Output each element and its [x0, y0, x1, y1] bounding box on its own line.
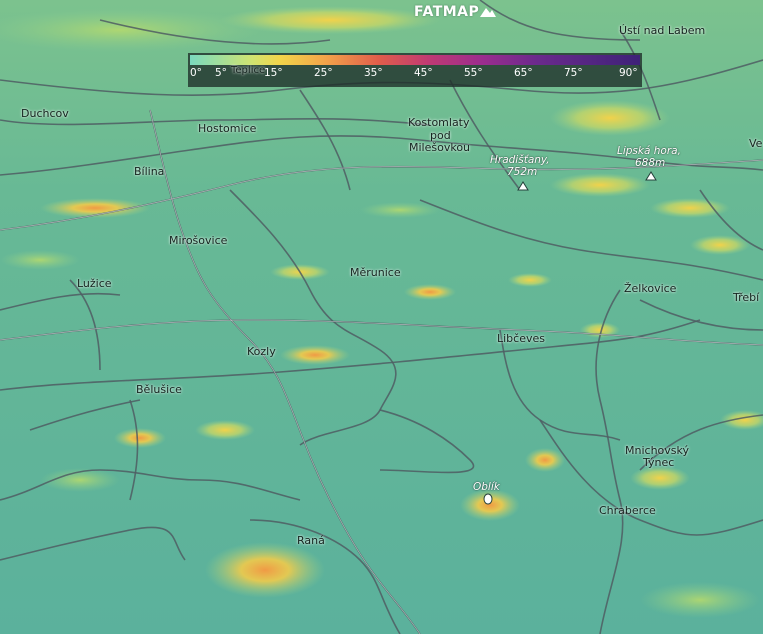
place-label[interactable]: Lužice [77, 277, 112, 290]
terrain-background [0, 0, 763, 634]
place-label[interactable]: Kostomlaty [408, 116, 470, 129]
overlay-place-label: Teplice [231, 65, 266, 76]
peak-label[interactable]: Oblík [473, 481, 500, 493]
place-label[interactable]: Milešovkou [409, 141, 470, 154]
place-label[interactable]: Hostomice [198, 122, 256, 135]
peak-marker-icon[interactable] [483, 493, 493, 505]
fatmap-logo: FATMAP [414, 4, 497, 20]
place-label[interactable]: Třebí [733, 291, 759, 304]
legend-tick: 0° [190, 67, 202, 79]
place-label[interactable]: Duchcov [21, 107, 69, 120]
peak-label[interactable]: Lipská hora, [617, 145, 681, 157]
place-label[interactable]: Želkovice [624, 282, 676, 295]
place-label[interactable]: Ve [749, 137, 762, 150]
place-label[interactable]: Týnec [643, 456, 674, 469]
terrain-canvas[interactable] [0, 0, 763, 634]
legend-tick: 75° [564, 67, 583, 79]
legend-tick: 35° [364, 67, 383, 79]
place-label[interactable]: Mirošovice [169, 234, 227, 247]
peak-label[interactable]: Hradišťany, [490, 154, 550, 166]
legend-tick: 45° [414, 67, 433, 79]
logo-text: FATMAP [414, 4, 480, 20]
mountain-logo-icon [480, 8, 497, 17]
legend-tick: 55° [464, 67, 483, 79]
place-label[interactable]: Měrunice [350, 266, 401, 279]
legend-tick: 65° [514, 67, 533, 79]
peak-elevation: 752m [507, 166, 538, 178]
place-label[interactable]: Bělušice [136, 383, 182, 396]
place-label[interactable]: Chraberce [599, 504, 656, 517]
place-label[interactable]: Kozly [247, 345, 276, 358]
place-label[interactable]: Bílina [134, 165, 164, 178]
place-label[interactable]: Ústí nad Labem [619, 24, 705, 37]
place-label[interactable]: Libčeves [497, 332, 545, 345]
legend-tick: 5° [215, 67, 227, 79]
place-label[interactable]: Raná [297, 534, 325, 547]
legend-tick: 15° [264, 67, 283, 79]
peak-elevation: 688m [635, 157, 666, 169]
legend-tick: 25° [314, 67, 333, 79]
legend-tick: 90° [619, 67, 638, 79]
map-view[interactable]: FATMAP 0° 5° 15° 25° 35° 45° 55° 65° 75°… [0, 0, 763, 634]
